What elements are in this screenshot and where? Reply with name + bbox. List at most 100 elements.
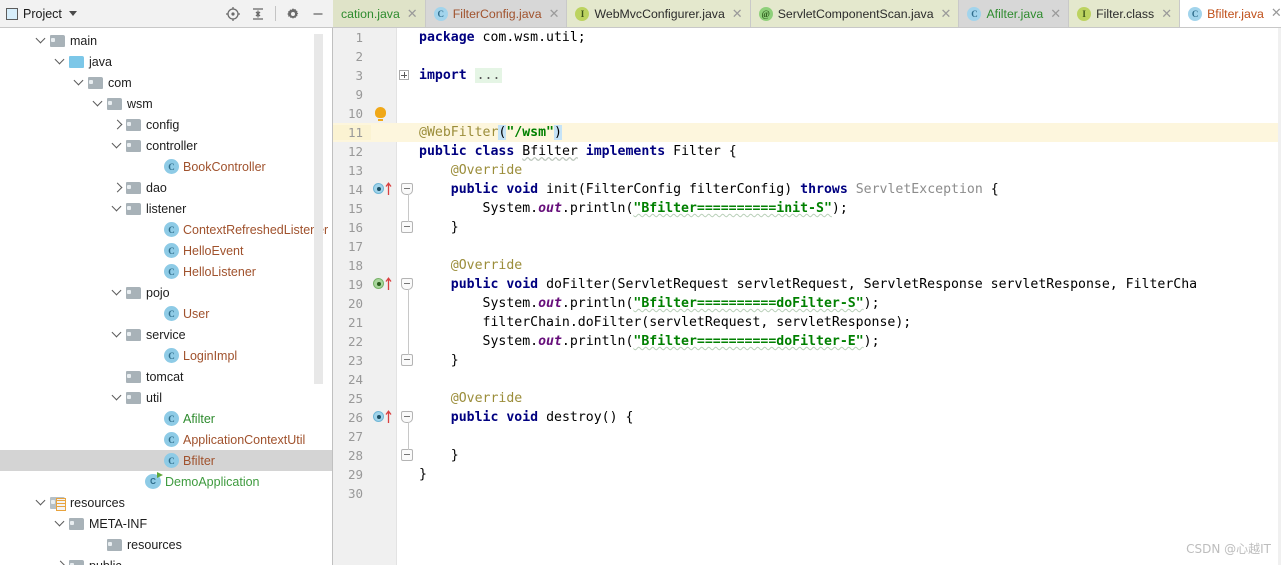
gutter-marker-area[interactable] bbox=[371, 313, 397, 332]
chevron-right-icon[interactable] bbox=[54, 559, 67, 565]
gutter-marker-area[interactable] bbox=[371, 28, 397, 47]
chevron-down-icon[interactable] bbox=[111, 391, 124, 404]
gutter-marker-area[interactable] bbox=[371, 123, 397, 142]
chevron-right-icon[interactable] bbox=[111, 181, 124, 194]
editor-tab-servletcomponentscan-java[interactable]: @ ServletComponentScan.java ✕ bbox=[750, 0, 960, 27]
tree-item-demoapplication[interactable]: C DemoApplication bbox=[0, 471, 332, 492]
code-line[interactable]: 21 filterChain.doFilter(servletRequest, … bbox=[333, 313, 1281, 332]
chevron-down-icon[interactable] bbox=[35, 496, 48, 509]
chevron-down-icon[interactable] bbox=[111, 202, 124, 215]
fold-column[interactable] bbox=[397, 123, 419, 142]
tree-item-bookcontroller[interactable]: C BookController bbox=[0, 156, 332, 177]
tree-item-hellolistener[interactable]: C HelloListener bbox=[0, 261, 332, 282]
fold-column[interactable] bbox=[397, 142, 419, 161]
fold-column[interactable] bbox=[397, 85, 419, 104]
gutter-marker-area[interactable] bbox=[371, 427, 397, 446]
code-line[interactable]: 1 package com.wsm.util; bbox=[333, 28, 1281, 47]
editor-tab-bfilter-java[interactable]: C Bfilter.java ✕ bbox=[1180, 0, 1281, 27]
code-editor[interactable]: 1 package com.wsm.util; 2 3 import ... 9 10 11 @… bbox=[333, 28, 1281, 565]
tree-item-resources[interactable]: resources bbox=[0, 534, 332, 555]
chevron-right-icon[interactable] bbox=[111, 118, 124, 131]
editor-tab-afilter-java[interactable]: C Afilter.java ✕ bbox=[959, 0, 1070, 27]
chevron-down-icon[interactable] bbox=[111, 328, 124, 341]
tab-close-icon[interactable]: ✕ bbox=[549, 8, 560, 21]
tree-item-listener[interactable]: listener bbox=[0, 198, 332, 219]
chevron-down-icon[interactable] bbox=[73, 76, 86, 89]
code-line[interactable]: 10 bbox=[333, 104, 1281, 123]
gutter-marker-area[interactable] bbox=[371, 161, 397, 180]
fold-column[interactable] bbox=[397, 66, 419, 85]
code-line[interactable]: 13 @Override bbox=[333, 161, 1281, 180]
tree-item-user[interactable]: C User bbox=[0, 303, 332, 324]
tree-item-bfilter[interactable]: C Bfilter bbox=[0, 450, 332, 471]
tree-item-controller[interactable]: controller bbox=[0, 135, 332, 156]
code-lines[interactable]: 1 package com.wsm.util; 2 3 import ... 9 10 11 @… bbox=[333, 28, 1281, 503]
tree-item-tomcat[interactable]: tomcat bbox=[0, 366, 332, 387]
code-line[interactable]: 24 bbox=[333, 370, 1281, 389]
code-line[interactable]: 11 @WebFilter("/wsm") bbox=[333, 123, 1281, 142]
tab-close-icon[interactable]: ✕ bbox=[1050, 8, 1061, 21]
tab-close-icon[interactable]: ✕ bbox=[941, 8, 952, 21]
tree-item-loginimpl[interactable]: C LoginImpl bbox=[0, 345, 332, 366]
editor-tab-filter-class[interactable]: I Filter.class ✕ bbox=[1069, 0, 1181, 27]
tab-close-icon[interactable]: ✕ bbox=[407, 8, 418, 21]
tree-item-resources[interactable]: resources bbox=[0, 492, 332, 513]
chevron-down-icon[interactable] bbox=[35, 34, 48, 47]
code-line[interactable]: 16 } bbox=[333, 218, 1281, 237]
tree-item-com[interactable]: com bbox=[0, 72, 332, 93]
code-line[interactable]: 19 public void doFilter(ServletRequest s… bbox=[333, 275, 1281, 294]
lightbulb-icon[interactable] bbox=[375, 107, 386, 121]
tree-item-pojo[interactable]: pojo bbox=[0, 282, 332, 303]
fold-column[interactable] bbox=[397, 465, 419, 484]
gutter-marker-area[interactable] bbox=[371, 389, 397, 408]
gutter-marker-area[interactable] bbox=[371, 47, 397, 66]
fold-toggle-icon[interactable] bbox=[401, 221, 413, 233]
sidebar-scrollbar-thumb[interactable] bbox=[314, 34, 323, 384]
fold-column[interactable] bbox=[397, 256, 419, 275]
collapse-all-icon[interactable] bbox=[250, 6, 266, 22]
fold-column[interactable] bbox=[397, 370, 419, 389]
gutter-marker-area[interactable] bbox=[371, 85, 397, 104]
fold-column[interactable] bbox=[397, 389, 419, 408]
code-line[interactable]: 12 public class Bfilter implements Filter… bbox=[333, 142, 1281, 161]
chevron-down-icon[interactable] bbox=[111, 286, 124, 299]
code-line[interactable]: 15 System.out.println("Bfilter==========… bbox=[333, 199, 1281, 218]
tree-item-wsm[interactable]: wsm bbox=[0, 93, 332, 114]
fold-column[interactable] bbox=[397, 161, 419, 180]
fold-toggle-icon[interactable] bbox=[401, 449, 413, 461]
code-line[interactable]: 20 System.out.println("Bfilter==========… bbox=[333, 294, 1281, 313]
tree-item-helloevent[interactable]: C HelloEvent bbox=[0, 240, 332, 261]
gutter-marker-area[interactable] bbox=[371, 180, 397, 199]
code-line[interactable]: 27 bbox=[333, 427, 1281, 446]
tree-item-main[interactable]: main bbox=[0, 30, 332, 51]
tree-item-contextrefreshedlistener[interactable]: C ContextRefreshedListener bbox=[0, 219, 332, 240]
gutter-marker-area[interactable] bbox=[371, 237, 397, 256]
code-line[interactable]: 30 bbox=[333, 484, 1281, 503]
project-title-group[interactable]: Project bbox=[6, 7, 77, 21]
gutter-marker-area[interactable] bbox=[371, 294, 397, 313]
tree-item-dao[interactable]: dao bbox=[0, 177, 332, 198]
gutter-marker-area[interactable] bbox=[371, 408, 397, 427]
gutter-marker-area[interactable] bbox=[371, 218, 397, 237]
chevron-down-icon[interactable] bbox=[92, 97, 105, 110]
tab-close-icon[interactable]: ✕ bbox=[1271, 7, 1281, 20]
override-method-icon[interactable] bbox=[373, 182, 392, 195]
chevron-down-icon[interactable] bbox=[54, 55, 67, 68]
code-line[interactable]: 18 @Override bbox=[333, 256, 1281, 275]
code-line[interactable]: 3 import ... bbox=[333, 66, 1281, 85]
tree-item-service[interactable]: service bbox=[0, 324, 332, 345]
chevron-down-icon[interactable] bbox=[111, 139, 124, 152]
tree-item-config[interactable]: config bbox=[0, 114, 332, 135]
tree-item-util[interactable]: util bbox=[0, 387, 332, 408]
tree-item-meta-inf[interactable]: META-INF bbox=[0, 513, 332, 534]
gutter-marker-area[interactable] bbox=[371, 104, 397, 123]
code-line[interactable]: 2 bbox=[333, 47, 1281, 66]
gutter-marker-area[interactable] bbox=[371, 332, 397, 351]
fold-toggle-icon[interactable] bbox=[401, 183, 413, 195]
fold-toggle-icon[interactable] bbox=[401, 278, 413, 290]
tree-item-afilter[interactable]: C Afilter bbox=[0, 408, 332, 429]
tree-item-public[interactable]: public bbox=[0, 555, 332, 565]
fold-column[interactable] bbox=[397, 104, 419, 123]
fold-column[interactable] bbox=[397, 237, 419, 256]
gutter-marker-area[interactable] bbox=[371, 351, 397, 370]
